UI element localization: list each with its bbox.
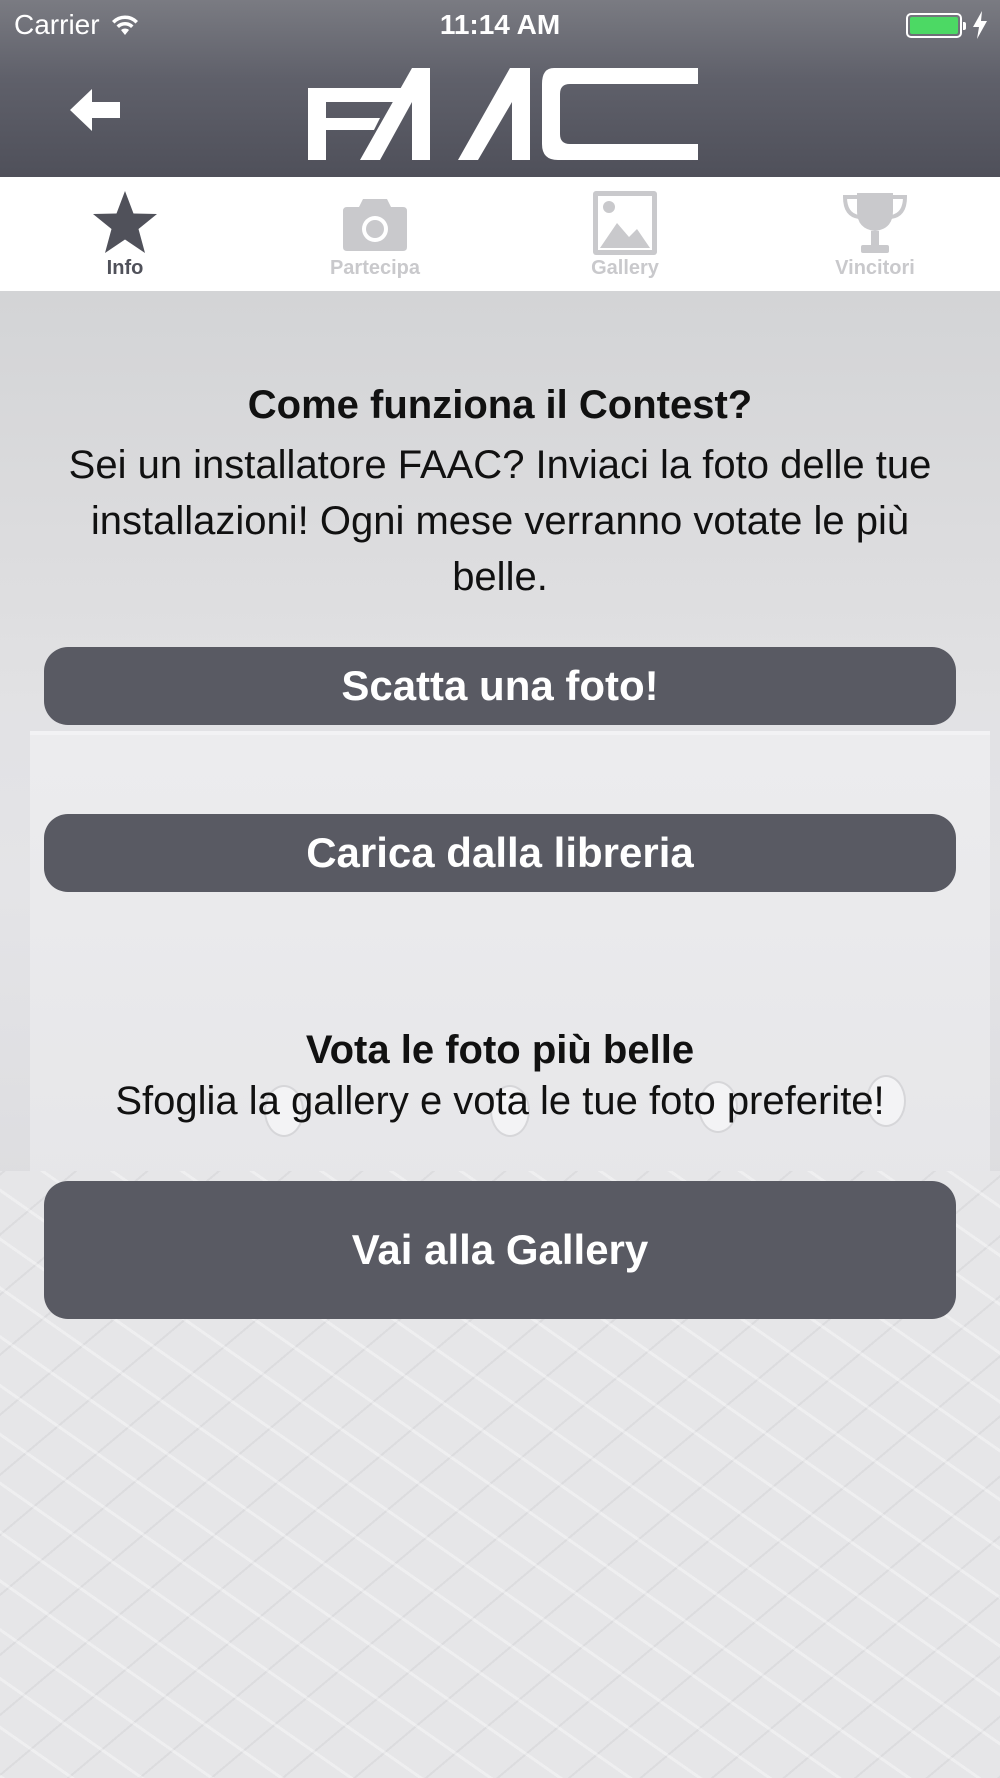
tab-info[interactable]: Info	[0, 177, 250, 291]
vote-description: Sfoglia la gallery e vota le tue foto pr…	[115, 1079, 885, 1123]
charging-bolt-icon	[973, 11, 987, 39]
status-bar: Carrier 11:14 AM	[0, 0, 1000, 50]
back-arrow-icon[interactable]	[66, 85, 122, 135]
battery-icon	[906, 13, 966, 38]
go-to-gallery-button[interactable]: Vai alla Gallery	[44, 1181, 956, 1319]
image-icon	[593, 191, 657, 255]
take-photo-button[interactable]: Scatta una foto!	[44, 647, 956, 725]
tab-vincitori[interactable]: Vincitori	[750, 177, 1000, 291]
contest-title: Come funziona il Contest?	[247, 383, 753, 427]
battery-level	[910, 17, 958, 34]
tab-bar: Info Partecipa Gallery Vincitori	[0, 177, 1000, 291]
star-icon	[93, 191, 157, 253]
camera-icon	[343, 199, 407, 251]
tab-info-label: Info	[106, 257, 144, 279]
vote-title: Vota le foto più belle	[305, 1028, 695, 1072]
tab-gallery-label: Gallery	[591, 257, 659, 279]
tab-partecipa-label: Partecipa	[329, 257, 421, 279]
faac-logo	[308, 68, 698, 160]
tab-vincitori-label: Vincitori	[835, 257, 915, 279]
upload-from-library-button[interactable]: Carica dalla libreria	[44, 814, 956, 892]
tab-partecipa[interactable]: Partecipa	[250, 177, 500, 291]
tab-gallery[interactable]: Gallery	[500, 177, 750, 291]
app-header: Carrier 11:14 AM	[0, 0, 1000, 177]
trophy-icon	[842, 193, 908, 253]
contest-description: Sei un installatore FAAC? Inviaci la fot…	[68, 443, 932, 599]
status-time: 11:14 AM	[439, 9, 561, 40]
